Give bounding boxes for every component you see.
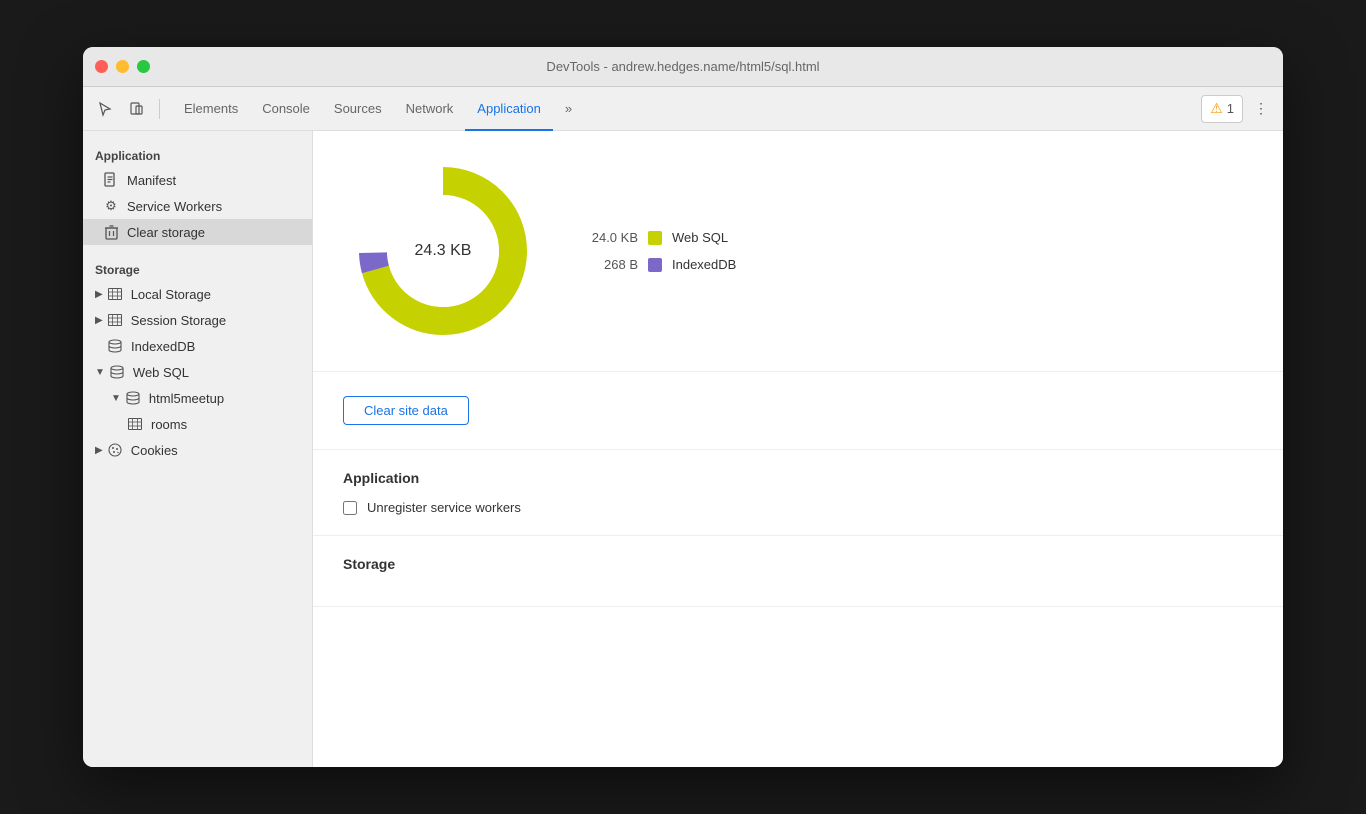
rooms-label: rooms [151,417,187,432]
tab-network[interactable]: Network [394,87,466,131]
donut-chart: 24.3 KB [343,151,543,351]
unregister-label: Unregister service workers [367,500,521,515]
window-title: DevTools - andrew.hedges.name/html5/sql.… [546,59,819,74]
tab-more[interactable]: » [553,87,584,131]
clear-site-data-button[interactable]: Clear site data [343,396,469,425]
devtools-window: DevTools - andrew.hedges.name/html5/sql.… [83,47,1283,767]
manifest-label: Manifest [127,173,176,188]
websql-label: Web SQL [133,365,189,380]
websql-arrow: ▼ [95,367,105,378]
sidebar-item-clear-storage[interactable]: Clear storage [83,219,312,245]
sidebar-item-service-workers[interactable]: ⚙ Service Workers [83,193,312,219]
websql-legend-label: Web SQL [672,230,728,245]
chart-legend: 24.0 KB Web SQL 268 B IndexedDB [583,230,736,272]
application-section: Application Unregister service workers [313,450,1283,536]
toolbar-divider [159,99,160,119]
html5meetup-icon [125,390,141,406]
clear-section: Clear site data [313,372,1283,450]
toolbar-right: ⚠ 1 ⋮ [1201,95,1275,123]
chart-center-label: 24.3 KB [415,242,472,260]
unregister-checkbox[interactable] [343,501,357,515]
tab-console[interactable]: Console [250,87,322,131]
tab-list: Elements Console Sources Network Applica… [168,87,584,130]
legend-websql: 24.0 KB Web SQL [583,230,736,245]
sidebar-item-indexeddb[interactable]: IndexedDB [83,333,312,359]
local-storage-arrow: ▶ [95,289,103,300]
session-storage-label: Session Storage [131,313,226,328]
rooms-icon [127,416,143,432]
tab-sources[interactable]: Sources [322,87,394,131]
minimize-button[interactable] [116,60,129,73]
clear-storage-icon [103,224,119,240]
cookies-label: Cookies [131,443,178,458]
websql-color-swatch [648,231,662,245]
manifest-icon [103,172,119,188]
main-content: Application Manifest ⚙ Service Workers [83,131,1283,767]
application-section-title: Application [83,141,312,167]
indexeddb-icon [107,338,123,354]
sidebar-item-html5meetup[interactable]: ▼ html5meetup [83,385,312,411]
device-icon[interactable] [123,95,151,123]
devtools-toolbar: Elements Console Sources Network Applica… [83,87,1283,131]
local-storage-label: Local Storage [131,287,211,302]
storage-section: Storage [313,536,1283,607]
service-workers-label: Service Workers [127,199,222,214]
sidebar: Application Manifest ⚙ Service Workers [83,131,313,767]
sidebar-item-session-storage[interactable]: ▶ Session Storage [83,307,312,333]
window-controls [95,60,150,73]
service-workers-icon: ⚙ [103,198,119,214]
tab-application[interactable]: Application [465,87,553,131]
storage-section-title: Storage [83,255,312,281]
indexeddb-color-swatch [648,258,662,272]
tab-elements[interactable]: Elements [172,87,250,131]
chart-section: 24.3 KB 24.0 KB Web SQL 268 B IndexedDB [313,131,1283,372]
more-icon: ⋮ [1254,100,1268,117]
websql-size: 24.0 KB [583,230,638,245]
maximize-button[interactable] [137,60,150,73]
application-section-heading: Application [343,470,1253,486]
indexeddb-size: 268 B [583,257,638,272]
sidebar-item-rooms[interactable]: rooms [83,411,312,437]
cursor-icon[interactable] [91,95,119,123]
warning-icon: ⚠ [1210,100,1223,117]
cookies-arrow: ▶ [95,445,103,456]
titlebar: DevTools - andrew.hedges.name/html5/sql.… [83,47,1283,87]
sidebar-item-manifest[interactable]: Manifest [83,167,312,193]
sidebar-item-cookies[interactable]: ▶ Cookies [83,437,312,463]
indexeddb-label: IndexedDB [131,339,195,354]
session-storage-icon [107,312,123,328]
local-storage-icon [107,286,123,302]
content-panel: 24.3 KB 24.0 KB Web SQL 268 B IndexedDB [313,131,1283,767]
session-storage-arrow: ▶ [95,315,103,326]
indexeddb-legend-label: IndexedDB [672,257,736,272]
legend-indexeddb: 268 B IndexedDB [583,257,736,272]
warning-badge[interactable]: ⚠ 1 [1201,95,1243,123]
html5meetup-label: html5meetup [149,391,224,406]
sidebar-item-websql[interactable]: ▼ Web SQL [83,359,312,385]
unregister-row: Unregister service workers [343,500,1253,515]
websql-icon [109,364,125,380]
clear-storage-label: Clear storage [127,225,205,240]
cookies-icon [107,442,123,458]
warning-count: 1 [1227,101,1234,116]
html5meetup-arrow: ▼ [111,393,121,404]
close-button[interactable] [95,60,108,73]
storage-section-heading: Storage [343,556,1253,572]
sidebar-item-local-storage[interactable]: ▶ Local Storage [83,281,312,307]
more-options-button[interactable]: ⋮ [1247,95,1275,123]
